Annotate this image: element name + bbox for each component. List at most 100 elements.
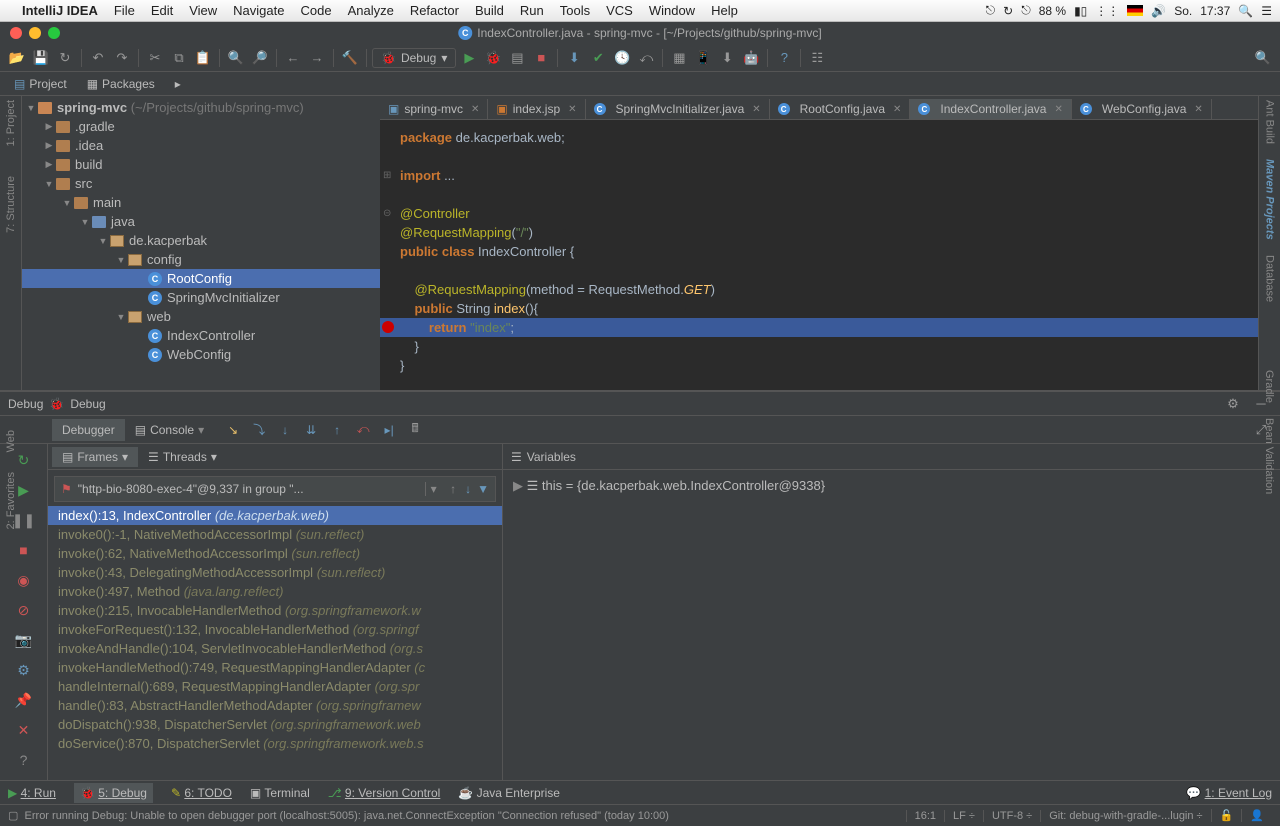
tray-icon[interactable]: ⎋ [986,3,996,18]
tool-run[interactable]: ▶ 4: Run [8,786,56,800]
settings-icon[interactable]: ⚙ [14,660,34,680]
coverage-button[interactable]: ▤ [506,47,528,69]
menu-help[interactable]: Help [703,3,746,18]
nav-packages[interactable]: ▦Packages [77,75,165,93]
lock-icon[interactable]: 🔓 [1211,809,1242,822]
tab-idxctrl[interactable]: CIndexController.java✕ [910,99,1071,119]
menu-refactor[interactable]: Refactor [402,3,467,18]
menu-code[interactable]: Code [292,3,339,18]
threads-tab[interactable]: ☰ Threads ▾ [138,447,227,467]
revert-icon[interactable]: ⤺ [635,47,657,69]
tab-rootcfg[interactable]: CRootConfig.java✕ [770,99,911,119]
tree-webcfg[interactable]: CWebConfig [22,345,380,364]
stack-frame[interactable]: handleInternal():689, RequestMappingHand… [48,677,502,696]
pin-icon[interactable]: 📌 [14,690,34,710]
tree-idx[interactable]: CIndexController [22,326,380,345]
tool-terminal[interactable]: ▣ Terminal [250,786,310,800]
sync-icon[interactable]: ↻ [54,47,76,69]
tool-favorites[interactable]: 2: Favorites [5,472,17,529]
menu-view[interactable]: View [181,3,225,18]
structure-icon[interactable]: ▦ [668,47,690,69]
close-icon[interactable]: ✕ [893,104,901,115]
replace-icon[interactable]: 🔎 [249,47,271,69]
stack-frame[interactable]: invokeAndHandle():104, ServletInvocableH… [48,639,502,658]
build-icon[interactable]: 🔨 [339,47,361,69]
stop-icon[interactable]: ■ [14,540,34,560]
breakpoints-icon[interactable]: ◉ [14,570,34,590]
paste-icon[interactable]: 📋 [192,47,214,69]
filter-icon[interactable]: ▼ [477,482,489,496]
save-icon[interactable]: 💾 [30,47,52,69]
copy-icon[interactable]: ⧉ [168,47,190,69]
stack-frame[interactable]: doDispatch():938, DispatcherServlet (org… [48,715,502,734]
stop-button[interactable]: ■ [530,47,552,69]
close-icon[interactable]: ✕ [752,104,760,115]
update-icon[interactable]: ⬇ [563,47,585,69]
evaluate-icon[interactable]: 🖩 [404,420,426,440]
tree-config[interactable]: ▼config [22,250,380,269]
menu-navigate[interactable]: Navigate [225,3,292,18]
line-sep[interactable]: LF ÷ [944,810,983,822]
tool-project[interactable]: 1: Project [5,100,17,146]
wifi-icon[interactable]: ⋮⋮ [1095,4,1119,18]
redo-icon[interactable]: ↷ [111,47,133,69]
tool-maven[interactable]: Maven Projects [1264,159,1276,240]
zoom-button[interactable] [48,27,60,39]
bluetooth-icon[interactable]: ⎋ [1021,3,1031,18]
flag-de-icon[interactable] [1127,5,1143,16]
close-icon[interactable]: ✕ [471,104,479,115]
back-icon[interactable]: ← [282,47,304,69]
menu-file[interactable]: File [106,3,143,18]
tree-web[interactable]: ▼web [22,307,380,326]
commit-icon[interactable]: ✔ [587,47,609,69]
console-tab[interactable]: ▤Console▾ [125,419,214,441]
tree-root[interactable]: ▼spring-mvc (~/Projects/github/spring-mv… [22,98,380,117]
stack-frame[interactable]: handle():83, AbstractHandlerMethodAdapte… [48,696,502,715]
menu-vcs[interactable]: VCS [598,3,641,18]
close-icon[interactable]: ✕ [14,720,34,740]
menu-icon[interactable]: ☰ [1261,4,1272,18]
gear-icon[interactable]: ⚙ [1222,393,1244,415]
help-icon[interactable]: ? [773,47,795,69]
encoding[interactable]: UTF-8 ÷ [983,810,1040,822]
menu-build[interactable]: Build [467,3,512,18]
tool-gradle[interactable]: Gradle [1263,370,1275,403]
tree-init[interactable]: CSpringMvcInitializer [22,288,380,307]
stack-frame[interactable]: invoke():497, Method (java.lang.reflect) [48,582,502,601]
tree-idea[interactable]: ▶.idea [22,136,380,155]
tree-rootconfig[interactable]: CRootConfig [22,269,380,288]
run-config-combo[interactable]: 🐞 Debug ▾ [372,48,456,68]
tab-index-jsp[interactable]: ▣index.jsp✕ [488,99,585,119]
ext-icon[interactable]: ☷ [806,47,828,69]
close-icon[interactable]: ✕ [1194,104,1202,115]
mute-bp-icon[interactable]: ⊘ [14,600,34,620]
volume-icon[interactable]: 🔊 [1151,4,1166,18]
tool-web[interactable]: Web [5,430,17,452]
tree-gradle[interactable]: ▶.gradle [22,117,380,136]
find-icon[interactable]: 🔍 [225,47,247,69]
avd-icon[interactable]: 📱 [692,47,714,69]
tool-database[interactable]: Database [1264,255,1276,302]
tool-ant[interactable]: Ant Build [1264,100,1276,144]
stack-frame[interactable]: invoke():215, InvocableHandlerMethod (or… [48,601,502,620]
tree-src[interactable]: ▼src [22,174,380,193]
stack-frame[interactable]: index():13, IndexController (de.kacperba… [48,506,502,525]
help-icon[interactable]: ? [14,750,34,770]
frames-tab[interactable]: ▤ Frames ▾ [52,447,138,467]
status-hide[interactable]: ▢ [8,809,18,822]
nav-project[interactable]: ▤Project [4,75,77,93]
cut-icon[interactable]: ✂ [144,47,166,69]
step-over-icon[interactable]: ⤵ [248,420,270,440]
undo-icon[interactable]: ↶ [87,47,109,69]
app-menu[interactable]: IntelliJ IDEA [14,3,106,18]
step-into-icon[interactable]: ↓ [274,420,296,440]
tab-spring-mvc[interactable]: ▣spring-mvc✕ [380,99,488,119]
tab-webcfg[interactable]: CWebConfig.java✕ [1072,99,1212,119]
tool-vcs[interactable]: ⎇ 9: Version Control [328,786,441,800]
run-to-cursor-icon[interactable]: ▸| [378,420,400,440]
tree-build[interactable]: ▶build [22,155,380,174]
tab-smi[interactable]: CSpringMvcInitializer.java✕ [586,99,770,119]
tree-main[interactable]: ▼main [22,193,380,212]
stack-frame[interactable]: doService():870, DispatcherServlet (org.… [48,734,502,753]
debug-session[interactable]: Debug [70,397,105,411]
